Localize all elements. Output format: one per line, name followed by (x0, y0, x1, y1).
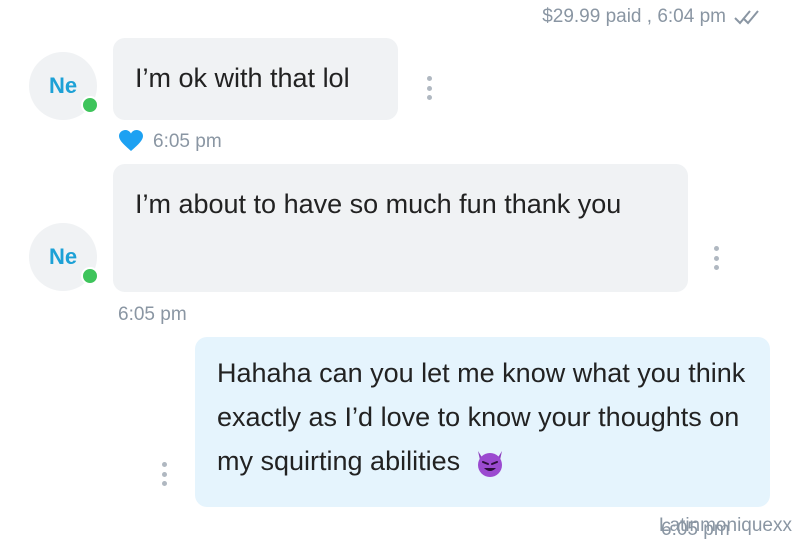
heart-icon[interactable] (119, 130, 143, 152)
more-options-icon[interactable] (713, 246, 719, 270)
chat-thread: $29.99 paid , 6:04 pm Ne I’m ok with tha… (0, 0, 800, 541)
message-time: 6:05 pm (153, 131, 222, 152)
message-time: 6:05 pm (118, 304, 187, 325)
payment-status: $29.99 paid , 6:04 pm (542, 6, 764, 28)
avatar[interactable]: Ne (29, 52, 99, 120)
message-bubble-outgoing[interactable]: Hahaha can you let me know what you thin… (195, 337, 770, 507)
avatar[interactable]: Ne (29, 223, 99, 291)
more-options-icon[interactable] (161, 462, 167, 486)
message-bubble-incoming[interactable]: I’m ok with that lol (113, 38, 398, 120)
message-bubble-incoming[interactable]: I’m about to have so much fun thank you (113, 164, 688, 292)
message-text: I’m about to have so much fun thank you (135, 189, 622, 219)
message-text: I’m ok with that lol (135, 63, 350, 93)
watermark: Latinmoniquexx (658, 515, 792, 536)
avatar-initials: Ne (48, 244, 78, 269)
payment-info-text: $29.99 paid , 6:04 pm (542, 6, 726, 27)
online-status-dot (81, 96, 99, 114)
double-check-icon (734, 10, 759, 25)
online-status-dot (81, 267, 99, 285)
avatar-initials: Ne (48, 73, 78, 98)
smiling-devil-emoji (477, 450, 502, 477)
more-options-icon[interactable] (426, 76, 432, 100)
